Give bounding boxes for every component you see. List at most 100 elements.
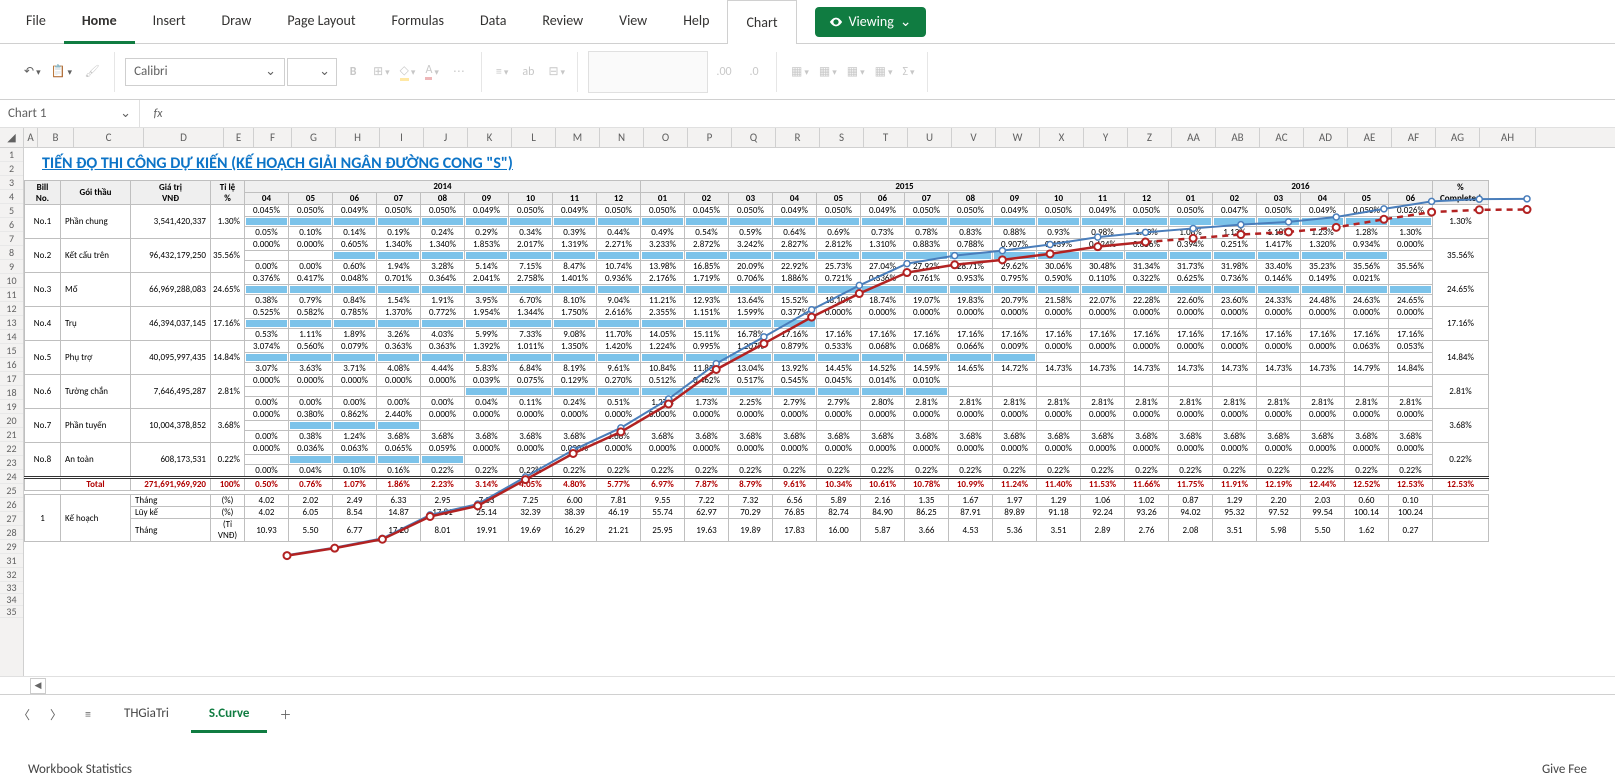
column-header[interactable]: AA	[1172, 128, 1216, 147]
tab-page-layout[interactable]: Page Layout	[269, 0, 373, 44]
grid[interactable]: TIẾN ĐỘ THI CÔNG DỰ KIẾN (KẾ HOẠCH GIẢI …	[24, 148, 1615, 676]
row-header[interactable]: 24	[0, 470, 23, 484]
merge-button[interactable]: ⊟	[544, 58, 569, 86]
column-header[interactable]: Q	[732, 128, 776, 147]
column-header[interactable]: H	[336, 128, 380, 147]
row-header[interactable]: 11	[0, 288, 23, 302]
font-size-select[interactable]: ⌄	[287, 58, 337, 86]
give-feedback-link[interactable]: Give Fee	[1542, 762, 1587, 777]
column-header[interactable]: C	[74, 128, 144, 147]
column-header[interactable]: K	[468, 128, 512, 147]
fill-color-button[interactable]: ◇	[396, 58, 420, 86]
insert-cells-button[interactable]: ▦	[871, 58, 897, 86]
next-sheet-button[interactable]: 〉	[42, 701, 70, 729]
borders-button[interactable]: ⊞	[369, 58, 394, 86]
column-header[interactable]: W	[996, 128, 1040, 147]
row-header[interactable]: 6	[0, 218, 23, 232]
font-color-button[interactable]: A	[421, 58, 442, 86]
row-header[interactable]: 2	[0, 162, 23, 176]
column-header[interactable]: AE	[1348, 128, 1392, 147]
column-header[interactable]: N	[600, 128, 644, 147]
column-header[interactable]: E	[224, 128, 254, 147]
clipboard-button[interactable]: 📋	[47, 58, 76, 86]
row-header[interactable]: 13	[0, 316, 23, 330]
conditional-format-button[interactable]: ▦	[787, 58, 813, 86]
decrease-decimal-button[interactable]: .0	[740, 58, 768, 86]
column-header[interactable]: Z	[1128, 128, 1172, 147]
tab-formulas[interactable]: Formulas	[374, 0, 462, 44]
name-box[interactable]: Chart 1⌄	[0, 100, 140, 127]
align-button[interactable]: ≡	[492, 58, 513, 86]
row-header[interactable]: 29	[0, 540, 23, 554]
viewing-mode-button[interactable]: Viewing ⌄	[815, 7, 926, 37]
cell-styles-button[interactable]: ▦	[843, 58, 869, 86]
row-header[interactable]: 3	[0, 176, 23, 190]
column-header[interactable]: M	[556, 128, 600, 147]
increase-decimal-button[interactable]: .00	[710, 58, 738, 86]
row-header[interactable]: 35	[0, 606, 23, 618]
row-header[interactable]: 32	[0, 568, 23, 582]
row-header[interactable]: 31	[0, 554, 23, 568]
horizontal-scrollbar[interactable]: ◀	[0, 676, 1615, 694]
row-header[interactable]: 28	[0, 526, 23, 540]
all-sheets-button[interactable]: ≡	[74, 701, 102, 729]
row-header[interactable]: 21	[0, 428, 23, 442]
row-header[interactable]: 4	[0, 190, 23, 204]
formula-input[interactable]	[176, 100, 1615, 127]
column-header[interactable]: B	[38, 128, 74, 147]
column-header[interactable]: U	[908, 128, 952, 147]
column-header[interactable]: AF	[1392, 128, 1436, 147]
column-header[interactable]: A	[24, 128, 38, 147]
tab-home[interactable]: Home	[64, 0, 135, 44]
row-header[interactable]: 15	[0, 344, 23, 358]
wrap-text-button[interactable]: ab	[514, 58, 542, 86]
row-header[interactable]: 26	[0, 498, 23, 512]
column-header[interactable]: AG	[1436, 128, 1480, 147]
format-painter-button[interactable]: 🖌	[78, 58, 106, 86]
column-header[interactable]: AH	[1480, 128, 1536, 147]
column-header[interactable]: R	[776, 128, 820, 147]
row-header[interactable]: 17	[0, 372, 23, 386]
tab-view[interactable]: View	[601, 0, 665, 44]
row-header[interactable]: 14	[0, 330, 23, 344]
column-header[interactable]: P	[688, 128, 732, 147]
column-header[interactable]: D	[144, 128, 224, 147]
row-header[interactable]: 20	[0, 414, 23, 428]
column-header[interactable]: AB	[1216, 128, 1260, 147]
row-header[interactable]: 7	[0, 232, 23, 246]
number-format-select[interactable]	[588, 51, 708, 93]
row-header[interactable]: 8	[0, 246, 23, 260]
row-header[interactable]: 16	[0, 358, 23, 372]
column-header[interactable]: O	[644, 128, 688, 147]
column-header[interactable]: AD	[1304, 128, 1348, 147]
column-header[interactable]: J	[424, 128, 468, 147]
column-header[interactable]: L	[512, 128, 556, 147]
row-header[interactable]: 19	[0, 400, 23, 414]
tab-draw[interactable]: Draw	[204, 0, 270, 44]
select-all-corner[interactable]: ◢	[0, 128, 24, 147]
column-header[interactable]: F	[254, 128, 292, 147]
format-table-button[interactable]: ▦	[815, 58, 841, 86]
font-family-select[interactable]: Calibri⌄	[125, 58, 285, 86]
row-header[interactable]: 25	[0, 484, 23, 498]
column-header[interactable]: I	[380, 128, 424, 147]
row-header[interactable]: 22	[0, 442, 23, 456]
column-header[interactable]: X	[1040, 128, 1084, 147]
scroll-left-button[interactable]: ◀	[30, 678, 46, 694]
column-header[interactable]: S	[820, 128, 864, 147]
row-header[interactable]: 18	[0, 386, 23, 400]
add-sheet-button[interactable]: ＋	[271, 701, 299, 729]
column-header[interactable]: G	[292, 128, 336, 147]
row-header[interactable]: 5	[0, 204, 23, 218]
row-header[interactable]: 27	[0, 512, 23, 526]
bold-button[interactable]: B	[339, 58, 367, 86]
row-header[interactable]: 23	[0, 456, 23, 470]
sheet-tab-thgiatri[interactable]: THGiaTri	[106, 697, 187, 733]
column-header[interactable]: V	[952, 128, 996, 147]
tab-chart[interactable]: Chart	[727, 0, 796, 44]
autosum-button[interactable]: Σ	[899, 58, 919, 86]
row-header[interactable]: 10	[0, 274, 23, 288]
more-font-button[interactable]: ⋯	[445, 58, 473, 86]
workbook-statistics-button[interactable]: Workbook Statistics	[28, 762, 132, 777]
row-header[interactable]: 12	[0, 302, 23, 316]
